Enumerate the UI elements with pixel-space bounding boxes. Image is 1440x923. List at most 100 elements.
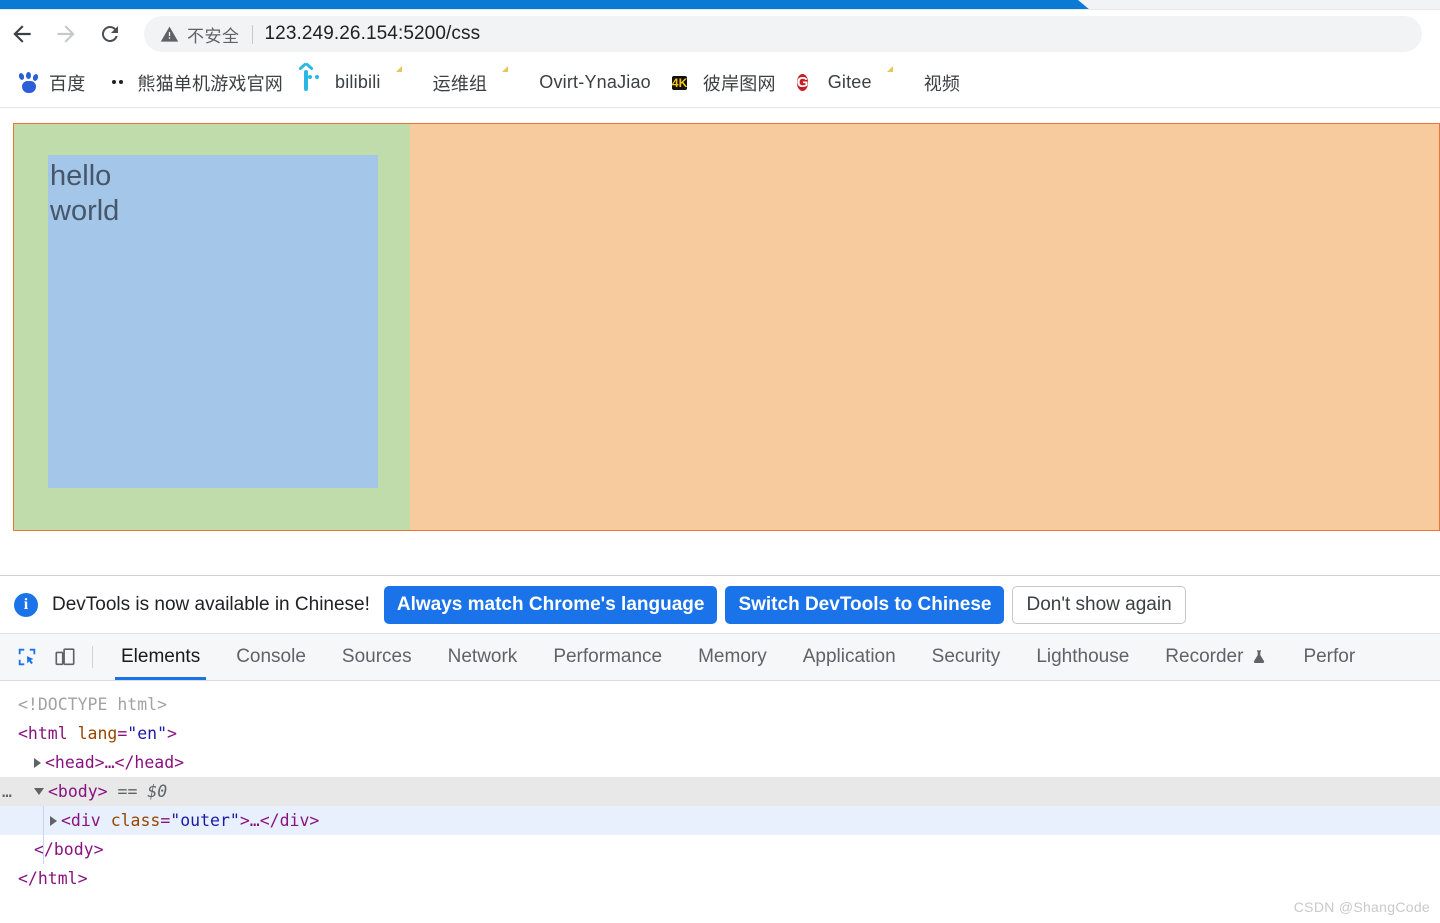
more-options-dots[interactable]: … — [2, 777, 13, 806]
dont-show-again-button[interactable]: Don't show again — [1012, 585, 1186, 624]
tab-security[interactable]: Security — [914, 634, 1019, 680]
inspect-element-button[interactable] — [8, 634, 46, 680]
dom-tree: <!DOCTYPE html> <html lang="en"> <head>…… — [0, 681, 1440, 893]
always-match-chrome-language-button[interactable]: Always match Chrome's language — [383, 585, 718, 624]
folder-icon — [402, 72, 424, 94]
forward-button[interactable] — [44, 12, 88, 56]
inspect-element-icon — [18, 648, 36, 666]
inner-div: hello world — [48, 155, 378, 488]
body-close-text: </body> — [34, 840, 104, 859]
bookmarks-bar: 百度 熊猫单机游戏官网 bilibili 运维组 Ovirt-YnaJiao 4… — [0, 58, 1440, 108]
devtools-tab-bar: Elements Console Sources Network Perform… — [0, 634, 1440, 681]
folder-icon — [893, 72, 915, 94]
gitee-icon-text: G — [796, 73, 809, 91]
warning-triangle-icon — [160, 25, 179, 44]
tab-label: Lighthouse — [1036, 646, 1130, 667]
reload-button[interactable] — [88, 12, 132, 56]
tab-network[interactable]: Network — [430, 634, 536, 680]
omnibox-separator — [251, 24, 253, 44]
tab-elements[interactable]: Elements — [103, 634, 218, 680]
body-row-text: <body> — [48, 782, 108, 801]
tab-label: Console — [236, 646, 306, 667]
bookmark-bian-tu-wang[interactable]: 4K 彼岸图网 — [670, 66, 785, 100]
tab-recorder[interactable]: Recorder — [1147, 634, 1285, 680]
page-viewport: hello world — [0, 109, 1440, 575]
fourk-icon-text: 4K — [671, 75, 688, 90]
panda-icon — [106, 72, 128, 94]
html-close-text: </html> — [18, 869, 88, 888]
collapse-triangle-icon[interactable] — [34, 788, 44, 795]
outer-div: hello world — [13, 123, 1440, 531]
dom-row-html-close[interactable]: </html> — [0, 864, 1440, 893]
dom-row-head[interactable]: <head>…</head> — [0, 748, 1440, 777]
bookmark-gitee[interactable]: G Gitee — [795, 66, 881, 100]
dom-row-html[interactable]: <html lang="en"> — [0, 719, 1440, 748]
tab-performance-insights[interactable]: Perfor — [1285, 634, 1373, 680]
bookmark-bilibili[interactable]: bilibili — [298, 61, 390, 100]
folder-icon — [508, 72, 530, 94]
middle-div: hello world — [14, 124, 410, 530]
device-toolbar-icon — [55, 648, 75, 666]
tab-label: Elements — [121, 646, 201, 667]
bookmark-label: Ovirt-YnaJiao — [539, 72, 651, 92]
html-open-tag: <html — [18, 724, 68, 743]
security-status-label: 不安全 — [187, 26, 240, 46]
banner-message: DevTools is now available in Chinese! — [52, 593, 370, 615]
html-attr-name: lang — [77, 724, 118, 743]
body-selection-marker: == $0 — [117, 782, 168, 801]
back-arrow-icon — [13, 25, 31, 43]
browser-window: 不安全 123.249.26.154:5200/css 百度 熊猫单机游戏官网 … — [0, 0, 1440, 923]
indent-guide — [43, 806, 44, 835]
tab-label: Memory — [698, 646, 767, 667]
div-attr-value: "outer" — [170, 811, 240, 830]
bookmark-label: 视频 — [923, 73, 961, 94]
watermark: CSDN @ShangCode — [1293, 899, 1430, 915]
bookmark-label: 熊猫单机游戏官网 — [137, 73, 284, 94]
tab-label: Security — [931, 646, 1001, 667]
fourk-icon: 4K — [671, 72, 694, 94]
dom-row-body[interactable]: … <body> == $0 — [0, 777, 1440, 806]
devtools-language-banner: i DevTools is now available in Chinese! … — [0, 576, 1440, 634]
tab-console[interactable]: Console — [218, 634, 324, 680]
dom-row-doctype[interactable]: <!DOCTYPE html> — [0, 690, 1440, 719]
tab-label: Application — [802, 646, 896, 667]
doctype-text: <!DOCTYPE html> — [18, 695, 168, 714]
bookmark-folder-ovirt-ynajiao[interactable]: Ovirt-YnaJiao — [506, 66, 660, 100]
bookmark-baidu[interactable]: 百度 — [16, 66, 94, 100]
info-icon: i — [14, 592, 38, 617]
tab-label: Network — [447, 646, 518, 667]
url-text[interactable]: 123.249.26.154:5200/css — [265, 23, 481, 45]
bookmark-panda-games[interactable]: 熊猫单机游戏官网 — [104, 66, 292, 100]
device-toolbar-button[interactable] — [46, 634, 84, 680]
tab-label: Sources — [341, 646, 412, 667]
tab-label: Recorder — [1165, 646, 1244, 667]
html-close-bracket: > — [167, 724, 177, 743]
tab-sources[interactable]: Sources — [324, 634, 430, 680]
gitee-icon: G — [796, 72, 819, 94]
devtools-panel: i DevTools is now available in Chinese! … — [0, 575, 1440, 923]
bookmark-label: 运维组 — [432, 73, 488, 94]
tab-lighthouse[interactable]: Lighthouse — [1018, 634, 1147, 680]
address-bar[interactable]: 不安全 123.249.26.154:5200/css — [144, 16, 1422, 52]
dom-row-div-outer[interactable]: <div class="outer">…</div> — [0, 806, 1440, 835]
bookmark-folder-shipin[interactable]: 视频 — [891, 66, 969, 100]
bookmark-folder-yunweizu[interactable]: 运维组 — [400, 66, 497, 100]
browser-toolbar: 不安全 123.249.26.154:5200/css — [0, 10, 1440, 58]
indent-guide — [43, 835, 44, 864]
expand-triangle-icon[interactable] — [34, 757, 41, 768]
flask-icon — [1251, 648, 1267, 666]
tab-memory[interactable]: Memory — [680, 634, 785, 680]
bookmark-label: bilibili — [335, 72, 381, 92]
forward-arrow-icon — [57, 25, 75, 43]
tab-label: Performance — [553, 646, 663, 667]
dom-row-body-close[interactable]: </body> — [0, 835, 1440, 864]
expand-triangle-icon[interactable] — [50, 815, 57, 826]
inner-text-line-1: hello — [50, 160, 112, 192]
switch-devtools-to-chinese-button[interactable]: Switch DevTools to Chinese — [725, 585, 1005, 624]
back-button[interactable] — [0, 12, 44, 56]
tab-application[interactable]: Application — [785, 634, 914, 680]
tab-performance[interactable]: Performance — [535, 634, 680, 680]
bookmark-label: 彼岸图网 — [702, 73, 776, 94]
tab-label: Perfor — [1303, 646, 1356, 667]
div-attr-name: class — [110, 811, 161, 830]
